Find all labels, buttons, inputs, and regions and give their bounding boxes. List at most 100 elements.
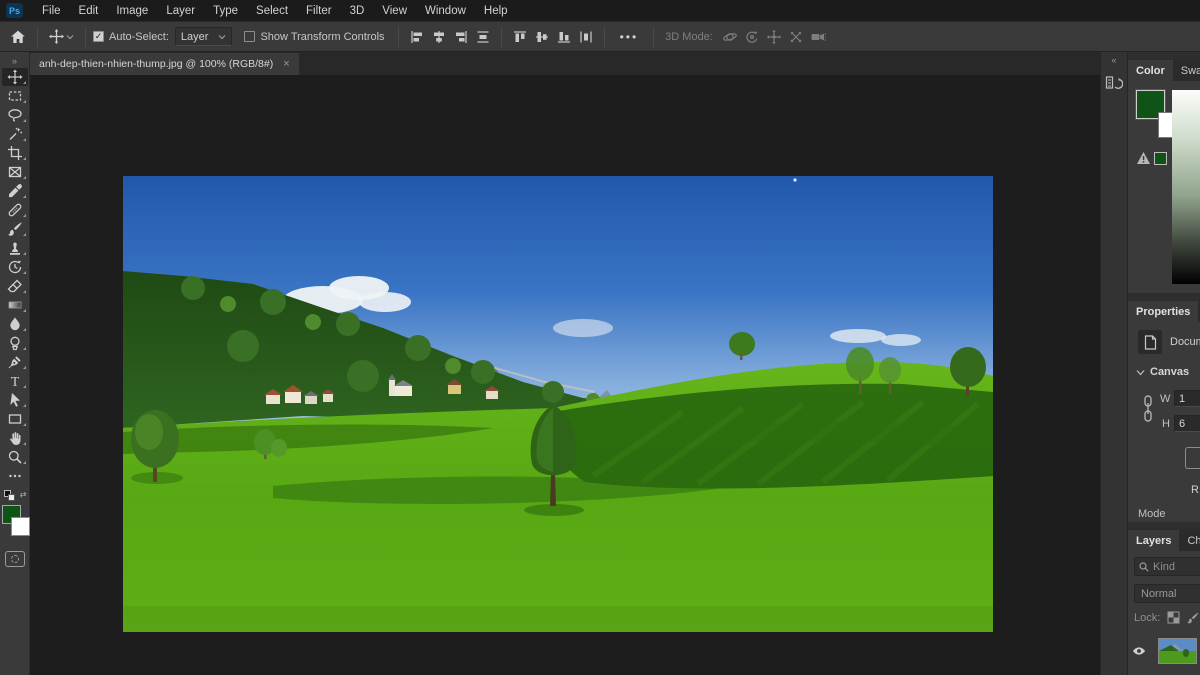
background-color-swatch[interactable] [11,517,30,536]
default-colors-control[interactable]: ⇄ [2,490,28,502]
clipped-control-icon[interactable] [1185,447,1200,469]
distribute-vertical-centers-button[interactable] [472,26,494,48]
document-tab[interactable]: anh-dep-thien-nhien-thump.jpg @ 100% (RG… [30,53,299,75]
eraser-tool[interactable] [2,277,28,295]
document-properties-label: Docume [1170,336,1200,348]
menu-item-3d[interactable]: 3D [341,5,374,17]
tool-flyout-indicator [23,423,26,426]
menu-item-help[interactable]: Help [475,5,517,17]
toolbar-collapse-button[interactable]: » [12,54,17,68]
align-horizontal-centers-button[interactable] [428,26,450,48]
align-left-edges-button[interactable] [406,26,428,48]
tool-flyout-indicator [23,347,26,350]
menu-bar: Ps FileEditImageLayerTypeSelectFilter3DV… [0,0,1200,21]
pen-tool[interactable] [2,353,28,371]
rectangular-marquee-tool[interactable] [2,87,28,105]
gamut-color-swatch[interactable] [1154,152,1167,165]
resolution-label-clipped: R [1191,484,1199,496]
layer-visibility-toggle[interactable] [1128,646,1150,656]
height-field[interactable]: 6 [1174,415,1200,432]
hand-tool[interactable] [2,429,28,447]
frame-tool[interactable] [2,163,28,181]
menu-item-type[interactable]: Type [204,5,247,17]
menu-item-layer[interactable]: Layer [157,5,204,17]
canvas-section-header[interactable]: Canvas [1136,366,1189,378]
blur-tool[interactable] [2,315,28,333]
lock-pixels-button[interactable] [1187,611,1200,624]
menu-item-select[interactable]: Select [247,5,297,17]
tab-swatches[interactable]: Swat [1173,60,1200,81]
menu-item-edit[interactable]: Edit [70,5,108,17]
distribute-horizontal-centers-button[interactable] [575,26,597,48]
align-top-edges-button[interactable] [509,26,531,48]
align-vertical-centers-button[interactable] [531,26,553,48]
menu-item-image[interactable]: Image [107,5,157,17]
brush-tool[interactable] [2,220,28,238]
show-transform-checkbox[interactable] [244,31,255,42]
tools: T [2,68,28,486]
eyedropper-tool[interactable] [2,182,28,200]
close-tab-icon[interactable]: × [283,58,289,70]
layer-filter-field[interactable]: Kind [1134,557,1200,576]
3d-drag-button[interactable] [763,26,785,48]
link-dimensions-icon[interactable] [1142,394,1154,424]
3d-slide-button[interactable] [785,26,807,48]
3d-orbit-button[interactable] [719,26,741,48]
dock-collapse-button[interactable]: « [1111,54,1116,66]
move-tool-preset[interactable] [45,25,78,49]
lasso-tool[interactable] [2,106,28,124]
3d-mode-buttons [719,26,829,48]
lock-transparency-button[interactable] [1167,611,1180,624]
edit-toolbar-tool[interactable] [2,467,28,485]
zoom-tool[interactable] [2,448,28,466]
move-tool[interactable] [2,68,28,86]
quick-mask-button[interactable] [5,551,25,567]
search-icon [1139,562,1149,572]
home-button[interactable] [6,25,30,49]
menu-item-filter[interactable]: Filter [297,5,341,17]
layer-thumbnail[interactable] [1158,638,1197,664]
width-field[interactable]: 1 [1174,390,1200,407]
tool-flyout-indicator [23,442,26,445]
separator [501,27,502,47]
tab-layers[interactable]: Layers [1128,530,1179,551]
eye-icon [1132,646,1146,656]
history-brush-tool[interactable] [2,258,28,276]
color-ramp[interactable] [1172,90,1200,284]
blend-mode-dropdown[interactable]: Normal [1134,584,1200,603]
layer-row[interactable] [1128,635,1200,667]
dodge-tool[interactable] [2,334,28,352]
crop-tool[interactable] [2,144,28,162]
menu-item-file[interactable]: File [33,5,70,17]
auto-select-target-value: Layer [181,31,209,43]
photoshop-logo[interactable]: Ps [6,3,23,18]
more-options-button[interactable]: ••• [612,30,647,44]
tool-flyout-indicator [23,271,26,274]
path-selection-tool[interactable] [2,391,28,409]
tab-channels[interactable]: Chan [1179,530,1200,551]
history-panel-button[interactable] [1102,70,1126,96]
clone-stamp-tool[interactable] [2,239,28,257]
canvas-viewport[interactable] [30,75,1100,675]
tab-color[interactable]: Color [1128,60,1173,81]
auto-select-checkbox[interactable]: ✓ [93,31,104,42]
tab-properties[interactable]: Properties [1128,301,1198,322]
menu-item-view[interactable]: View [373,5,416,17]
spot-healing-brush-tool[interactable] [2,201,28,219]
3d-zoom-camera-button[interactable] [807,26,829,48]
quick-selection-tool[interactable] [2,125,28,143]
gamut-warning-icon[interactable] [1136,151,1151,165]
menu-item-window[interactable]: Window [416,5,475,17]
swap-colors-icon[interactable]: ⇄ [20,490,27,499]
gradient-tool[interactable] [2,296,28,314]
document-properties-chip[interactable] [1138,330,1162,354]
align-right-edges-button[interactable] [450,26,472,48]
auto-select-target-dropdown[interactable]: Layer [175,27,233,46]
lock-transparency-icon [1167,611,1180,624]
home-icon [10,29,26,45]
3d-roll-button[interactable] [741,26,763,48]
align-bottom-edges-button[interactable] [553,26,575,48]
default-background-icon [8,494,15,501]
type-tool[interactable]: T [2,372,28,390]
rectangle-tool[interactable] [2,410,28,428]
